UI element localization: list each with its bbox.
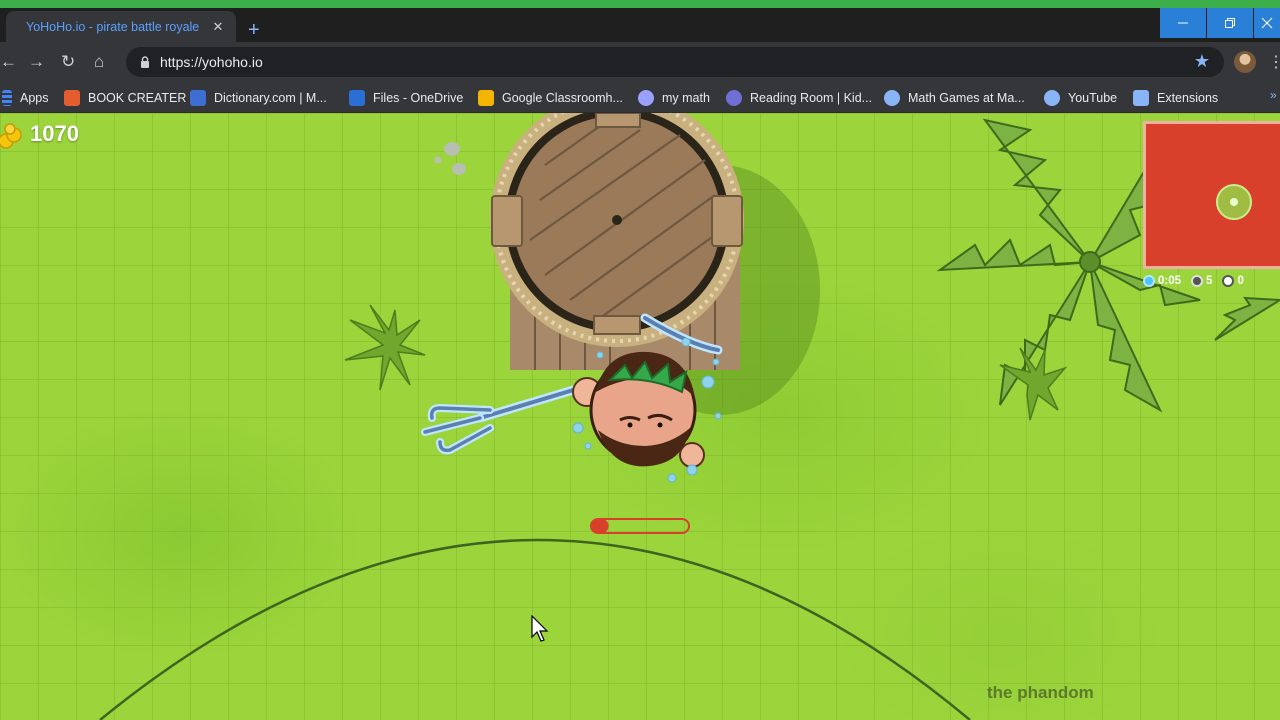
reading-room-icon <box>726 90 742 106</box>
my-math-icon <box>638 90 654 106</box>
tab-yohoho[interactable]: YoHoHo.io - pirate battle royale ✕ <box>6 11 236 42</box>
clock-icon <box>1143 275 1155 287</box>
bookmark-item[interactable]: BOOK CREATER <box>64 87 186 109</box>
bookmark-label: Extensions <box>1157 91 1219 105</box>
minimap <box>1143 121 1280 269</box>
browser-toolbar: ← → ↻ ⌂ https://yohoho.io ★ ⋮ <box>0 42 1280 82</box>
match-stats: 0:05 5 0 <box>1143 275 1244 287</box>
sword-icon <box>1222 275 1235 287</box>
kills-stat: 0 <box>1222 275 1244 287</box>
bookmark-item[interactable]: Files - OneDrive <box>349 87 463 109</box>
game-scene <box>99 113 1280 720</box>
palm-leaf-edge <box>1214 296 1280 341</box>
bookmark-item[interactable]: Math Games at Ma... <box>884 87 1025 109</box>
bookmark-item[interactable]: YouTube <box>1044 87 1117 109</box>
bookmark-label: BOOK CREATER <box>88 91 187 105</box>
bookmark-label: Google Classroomh... <box>502 91 623 105</box>
onedrive-cloud-icon <box>349 90 365 106</box>
tab-bar: YoHoHo.io - pirate battle royale ✕ + <box>0 8 1280 42</box>
tab-title: YoHoHo.io - pirate battle royale <box>26 19 200 34</box>
window-top-stripe <box>0 0 1280 8</box>
restore-icon <box>1225 18 1235 28</box>
menu-kebab-icon[interactable]: ⋮ <box>1268 52 1280 72</box>
tab-close-icon[interactable]: ✕ <box>210 19 226 35</box>
mouse-cursor-icon <box>531 615 549 642</box>
forward-arrow-icon[interactable]: → <box>28 52 45 72</box>
bookmark-item[interactable]: Extensions <box>1133 87 1218 109</box>
book-creator-icon <box>64 90 80 106</box>
health-bar <box>590 518 690 534</box>
back-arrow-icon[interactable]: ← <box>0 52 17 72</box>
game-canvas[interactable]: 1070 0:05 5 0 the phandom <box>0 113 1280 720</box>
puzzle-icon <box>1133 90 1149 106</box>
bookmark-label: my math <box>662 91 710 105</box>
bookmark-item[interactable]: Reading Room | Kid... <box>726 87 872 109</box>
globe-icon <box>1044 90 1060 106</box>
url-text: https://yohoho.io <box>160 54 263 70</box>
bookmark-label: Dictionary.com | M... <box>214 91 327 105</box>
minimize-icon <box>1178 22 1188 24</box>
gold-coins-icon <box>0 123 22 149</box>
gold-score: 1070 <box>30 121 79 146</box>
kills-value: 0 <box>1237 275 1244 287</box>
player-name-label: the phandom <box>987 683 1094 702</box>
apps-grid-icon <box>2 90 12 106</box>
watch-tower <box>490 113 744 370</box>
timer-stat: 0:05 <box>1143 275 1181 287</box>
lock-icon <box>141 56 149 68</box>
classroom-icon <box>478 90 494 106</box>
bookmark-item[interactable]: my math <box>638 87 710 109</box>
minimize-button[interactable] <box>1160 8 1206 38</box>
close-window-button[interactable] <box>1254 8 1280 38</box>
address-bar[interactable]: https://yohoho.io ★ <box>126 47 1224 77</box>
bookmark-label: Math Games at Ma... <box>908 91 1025 105</box>
bookmark-label: YouTube <box>1068 91 1118 105</box>
new-tab-button[interactable]: + <box>248 20 260 40</box>
bookmark-item[interactable]: Apps <box>2 87 49 109</box>
close-icon <box>1261 17 1273 29</box>
bookmark-item[interactable]: Google Classroomh... <box>478 87 623 109</box>
restore-button[interactable] <box>1207 8 1253 38</box>
bookmarks-bar: Apps BOOK CREATER Dictionary.com | M... Fil… <box>0 82 1280 113</box>
timer-value: 0:05 <box>1158 275 1182 287</box>
profile-avatar[interactable] <box>1234 51 1256 73</box>
bookmarks-overflow-icon[interactable]: » <box>1270 88 1277 102</box>
players-value: 5 <box>1206 275 1213 287</box>
bookmark-label: Reading Room | Kid... <box>750 91 873 105</box>
reload-icon[interactable]: ↻ <box>61 52 75 72</box>
home-icon[interactable]: ⌂ <box>94 52 104 72</box>
dictionary-icon <box>190 90 206 106</box>
bookmark-label: Files - OneDrive <box>373 91 464 105</box>
bookmark-label: Apps <box>20 91 49 105</box>
players-stat: 5 <box>1191 275 1212 287</box>
players-icon <box>1191 275 1204 287</box>
bookmark-star-icon[interactable]: ★ <box>1194 51 1210 72</box>
globe-icon <box>884 90 900 106</box>
pebbles <box>434 142 466 175</box>
shrub <box>344 304 426 391</box>
minimap-safe-zone <box>1216 184 1252 220</box>
bookmark-item[interactable]: Dictionary.com | M... <box>190 87 327 109</box>
